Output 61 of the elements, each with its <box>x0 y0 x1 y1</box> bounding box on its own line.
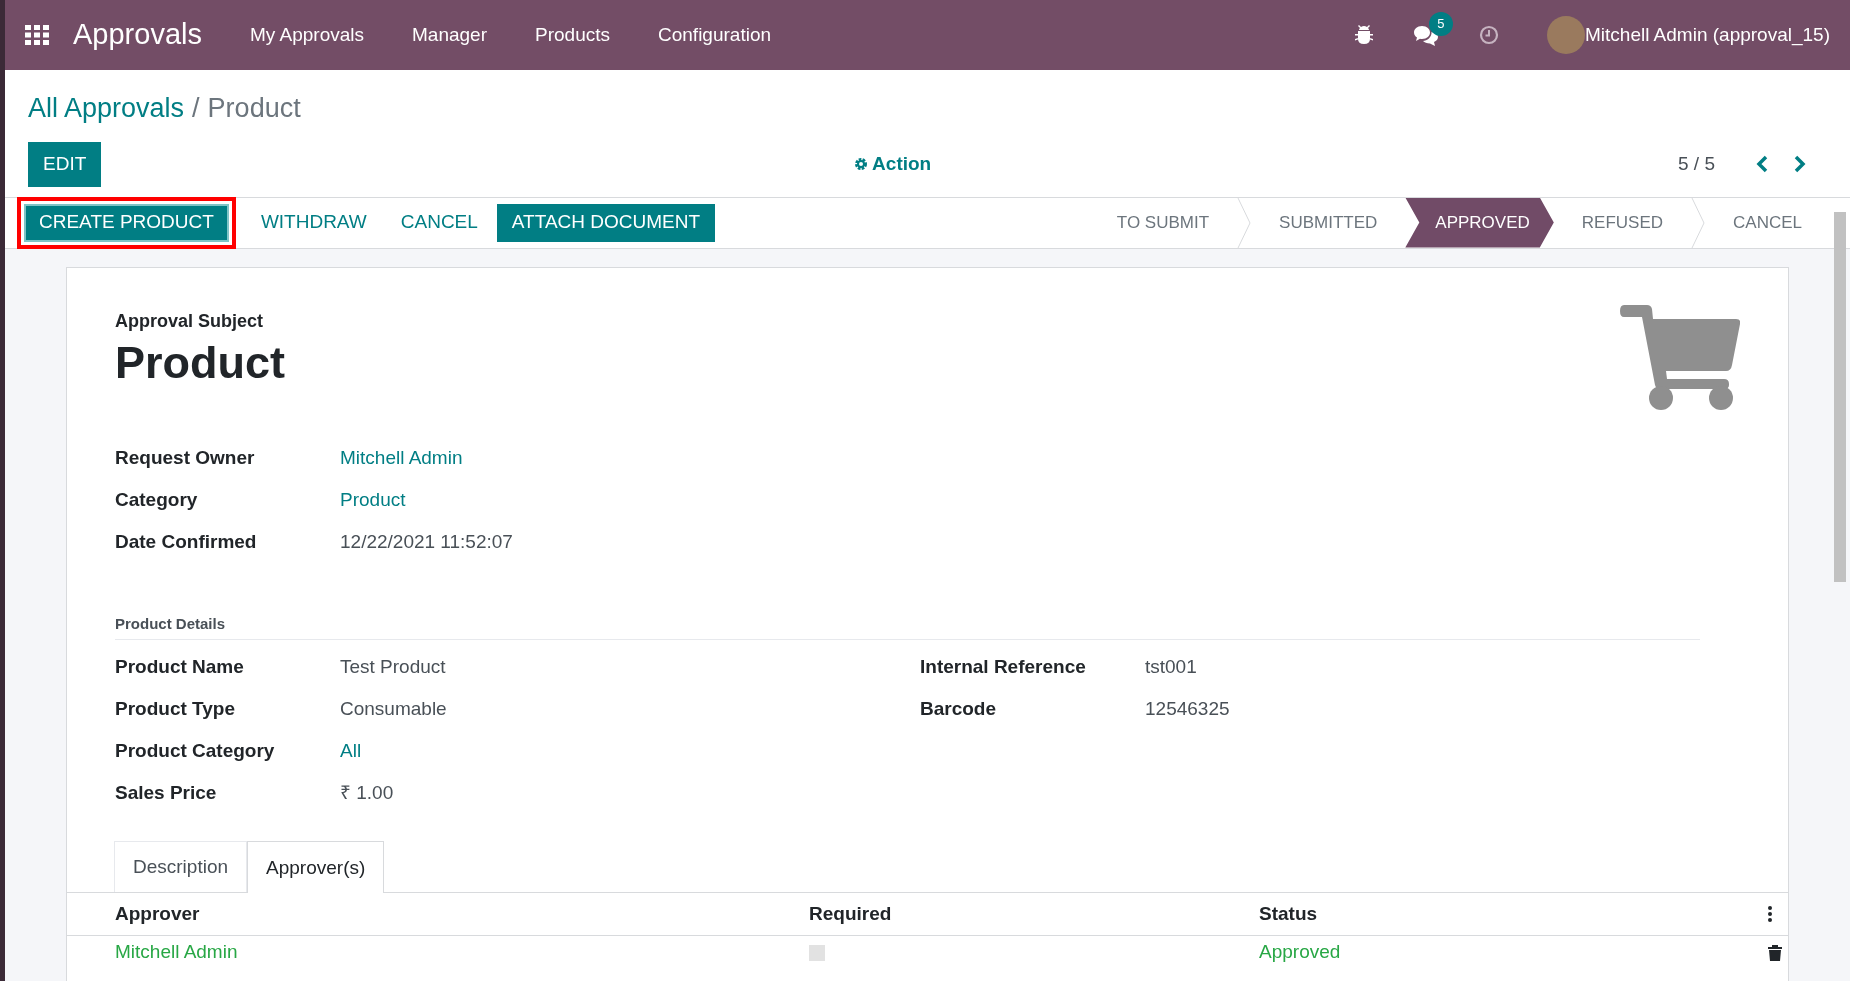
field-link[interactable]: Mitchell Admin <box>340 443 463 472</box>
field-label: Product Type <box>115 697 236 721</box>
approver-cell: Mitchell Admin <box>67 935 809 970</box>
field-label: Barcode <box>920 697 998 721</box>
status-stage[interactable]: APPROVED <box>1405 197 1554 248</box>
apps-menu-icon[interactable] <box>25 25 49 45</box>
scrollbar[interactable] <box>1834 212 1846 582</box>
field-value: 12546325 <box>1145 697 1230 721</box>
edit-button[interactable]: EDIT <box>28 141 102 187</box>
field-label: Product Name <box>115 655 245 679</box>
chat-icon[interactable] <box>1413 24 1439 46</box>
required-checkbox[interactable] <box>809 945 825 962</box>
tab[interactable]: Approver(s) <box>247 841 385 894</box>
menu-item[interactable]: Configuration <box>658 20 772 50</box>
action-button[interactable]: CREATE PRODUCT <box>24 203 229 242</box>
field-label: Request Owner <box>115 445 256 470</box>
clock-icon[interactable] <box>1479 25 1499 45</box>
trash-icon[interactable] <box>1768 944 1782 961</box>
status-stage[interactable]: SUBMITTED <box>1251 197 1406 248</box>
field-value: Test Product <box>340 655 446 679</box>
field-label: Product Category <box>115 739 276 763</box>
app-name[interactable]: Approvals <box>73 13 202 57</box>
column-header[interactable]: Status <box>1259 893 1768 936</box>
field-value: tst001 <box>1145 655 1197 679</box>
status-stage[interactable]: CANCEL <box>1705 197 1830 248</box>
menu-item[interactable]: My Approvals <box>249 20 364 50</box>
message-count-badge: 5 <box>1429 12 1453 36</box>
gear-icon <box>854 157 869 171</box>
column-header[interactable]: Approver <box>67 893 809 936</box>
link-button[interactable]: CANCEL <box>385 203 493 242</box>
column-header[interactable]: Required <box>809 893 1259 936</box>
next-icon[interactable] <box>1793 155 1807 173</box>
breadcrumb-current: Product <box>207 92 301 125</box>
field-label: Internal Reference <box>920 655 1087 679</box>
status-cell: Approved <box>1259 935 1768 970</box>
field-value: ₹ 1.00 <box>340 781 394 805</box>
link-button[interactable]: WITHDRAW <box>245 203 382 242</box>
field-label: Approval Subject <box>115 309 265 333</box>
field-value: Consumable <box>340 697 447 721</box>
section-title: Product Details <box>115 612 1700 641</box>
field-link[interactable]: Product <box>340 485 406 514</box>
user-menu[interactable]: Mitchell Admin (approval_15) <box>1585 20 1830 50</box>
bug-icon[interactable] <box>1355 25 1373 45</box>
menu-item[interactable]: Manager <box>412 20 487 50</box>
field-label: Sales Price <box>115 781 218 805</box>
status-stage[interactable]: TO SUBMIT <box>1088 197 1238 248</box>
shopping-cart-icon <box>1620 304 1740 411</box>
action-button[interactable]: ATTACH DOCUMENT <box>496 203 716 242</box>
field-value: 12/22/2021 11:52:07 <box>340 529 513 554</box>
menu-item[interactable]: Products <box>535 20 610 50</box>
breadcrumb-separator: / <box>192 92 200 125</box>
more-options-icon[interactable] <box>1768 906 1772 922</box>
status-stage[interactable]: REFUSED <box>1553 197 1692 248</box>
previous-icon[interactable] <box>1755 155 1769 173</box>
field-label: Category <box>115 487 199 512</box>
approval-subject: Product <box>115 335 285 390</box>
field-link[interactable]: All <box>340 737 362 766</box>
breadcrumb-link[interactable]: All Approvals <box>28 88 185 129</box>
action-menu[interactable]: Action <box>854 149 932 179</box>
pager-counter: 5 / 5 <box>1678 151 1715 176</box>
field-label: Date Confirmed <box>115 529 258 554</box>
